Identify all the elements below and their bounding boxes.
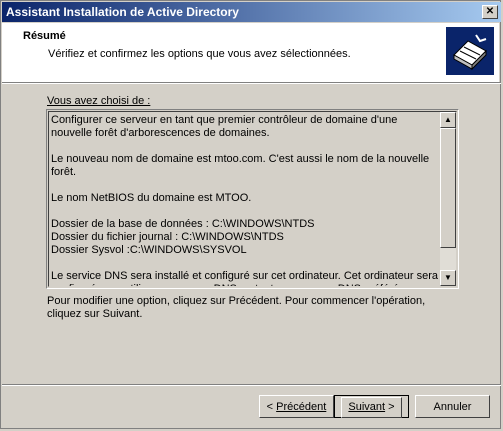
summary-text: Configurer ce serveur en tant que premie… bbox=[51, 114, 439, 286]
summary-textbox[interactable]: Configurer ce serveur en tant que premie… bbox=[46, 109, 459, 289]
wizard-header: Résumé Vérifiez et confirmez les options… bbox=[2, 23, 499, 82]
vertical-scrollbar[interactable]: ▲ ▼ bbox=[440, 112, 456, 286]
back-button-label: Précédent bbox=[276, 401, 327, 413]
scroll-up-button[interactable]: ▲ bbox=[440, 112, 456, 128]
next-button-face: Suivant > bbox=[341, 397, 402, 418]
page-subtitle: Vérifiez et confirmez les options que vo… bbox=[48, 48, 351, 60]
header-divider bbox=[2, 82, 501, 84]
scroll-thumb[interactable] bbox=[440, 128, 456, 248]
wizard-window: Assistant Installation de Active Directo… bbox=[0, 0, 501, 429]
next-button-suffix: > bbox=[385, 401, 395, 413]
summary-textbox-frame: Configurer ce serveur en tant que premie… bbox=[48, 111, 457, 287]
window-title: Assistant Installation de Active Directo… bbox=[6, 5, 239, 19]
next-button-label: Suivant bbox=[348, 401, 386, 413]
scroll-down-button[interactable]: ▼ bbox=[440, 270, 456, 286]
cancel-button[interactable]: Annuler bbox=[415, 395, 490, 418]
instructions-text: Pour modifier une option, cliquez sur Pr… bbox=[47, 295, 426, 320]
next-button[interactable]: Suivant > bbox=[334, 395, 409, 418]
page-title: Résumé bbox=[23, 30, 66, 42]
close-button[interactable]: ✕ bbox=[482, 5, 498, 19]
back-button-prefix: < bbox=[266, 401, 277, 413]
footer-divider bbox=[2, 384, 501, 386]
summary-label: Vous avez choisi de : bbox=[47, 95, 150, 107]
back-button[interactable]: < Précédent bbox=[259, 395, 334, 418]
title-bar[interactable]: Assistant Installation de Active Directo… bbox=[2, 2, 501, 22]
summary-label-text: Vous avez choisi de : bbox=[47, 95, 151, 107]
active-directory-book-icon bbox=[446, 27, 494, 75]
